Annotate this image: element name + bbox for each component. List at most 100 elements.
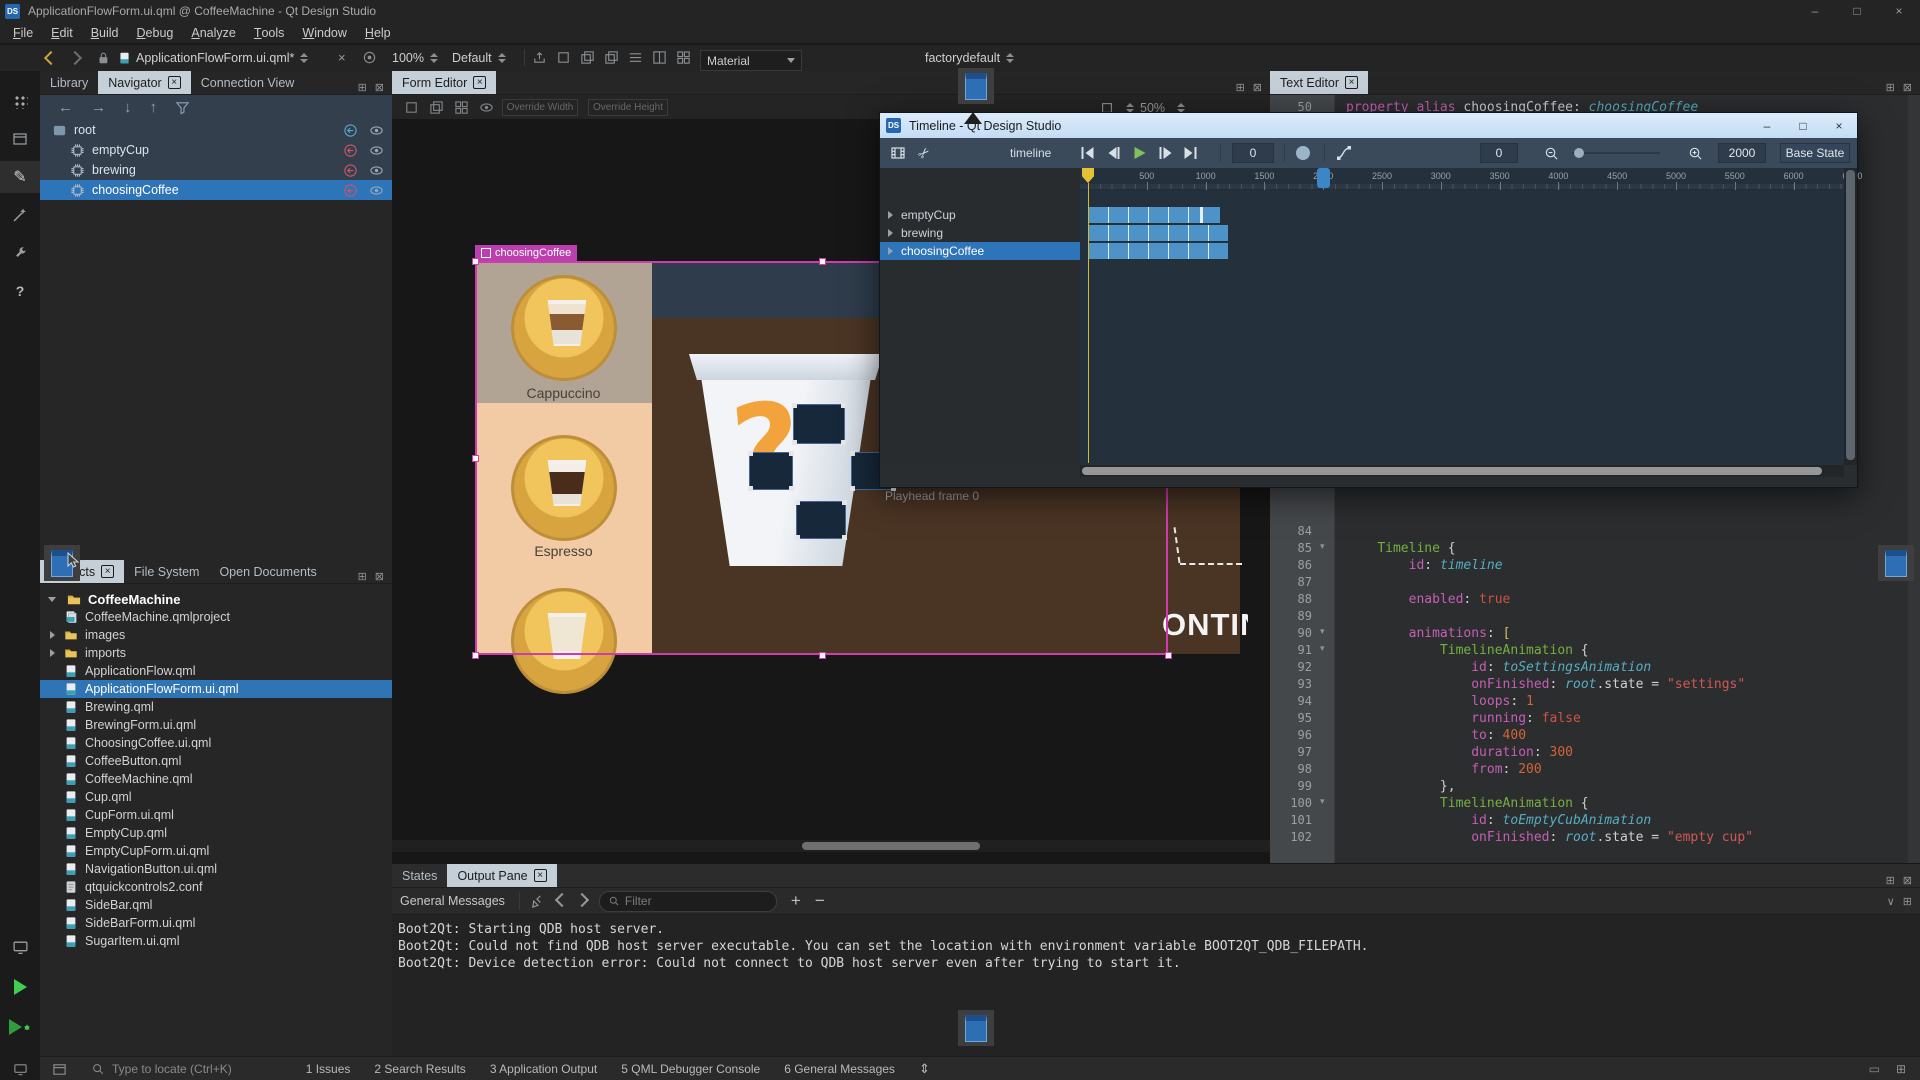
override-height-field[interactable]: Override Height (588, 99, 668, 116)
scrollbar-thumb[interactable] (802, 842, 980, 850)
timeline-end-marker[interactable] (1317, 168, 1330, 188)
timeline-settings-icon[interactable] (890, 138, 906, 168)
export-icon[interactable] (532, 50, 547, 65)
output-channel-selector[interactable]: General Messages (392, 894, 519, 908)
projects-tab-file-system[interactable]: File System (124, 560, 209, 583)
selection-handle[interactable] (472, 455, 479, 462)
pane-split-icon[interactable]: ⊞ (1236, 81, 1245, 94)
zoom-in-icon[interactable] (1688, 138, 1703, 168)
status-panel-search-results[interactable]: 2 Search Results (362, 1057, 477, 1080)
file-SugarItem.ui.qml[interactable]: SugarItem.ui.qml (40, 932, 392, 950)
forward-icon[interactable] (70, 45, 80, 70)
pane-close-icon[interactable]: ⊠ (1253, 81, 1262, 94)
file-CoffeeButton.qml[interactable]: CoffeeButton.qml (40, 752, 392, 770)
menu-build[interactable]: Build (82, 22, 128, 44)
projects-tab-open-documents[interactable]: Open Documents (209, 560, 326, 583)
file-Brewing.qml[interactable]: Brewing.qml (40, 698, 392, 716)
close-button[interactable]: × (1878, 0, 1920, 22)
navigator-item-choosingCoffee[interactable]: choosingCoffee (40, 180, 392, 200)
keyframe-bar-brewing[interactable] (1088, 225, 1228, 241)
design-panel-icon[interactable] (0, 123, 40, 155)
scrollbar-thumb[interactable] (1082, 467, 1822, 475)
status-panel-qml-debugger-console[interactable]: 5 QML Debugger Console (609, 1057, 772, 1080)
timeline-close-button[interactable]: × (1821, 113, 1857, 138)
collapse-pane-icon[interactable]: ∨ (1887, 895, 1895, 908)
timeline-maximize-button[interactable]: □ (1785, 113, 1821, 138)
record-icon[interactable] (1296, 146, 1310, 160)
editor-scrollbar[interactable] (1908, 95, 1920, 863)
kit-selector[interactable]: factorydefault (925, 45, 1014, 70)
pane-menu-icon[interactable]: ⊞ (1903, 895, 1912, 908)
text-editor-tab-text-editor[interactable]: Text Editor× (1270, 71, 1368, 94)
pane-split-icon[interactable]: ⊞ (358, 570, 367, 583)
start-frame-field[interactable]: 0 (1480, 143, 1518, 163)
file-BrewingForm.ui.qml[interactable]: BrewingForm.ui.qml (40, 716, 392, 734)
file-SideBarForm.ui.qml[interactable]: SideBarForm.ui.qml (40, 914, 392, 932)
play-button[interactable] (1130, 145, 1147, 161)
fullscreen-icon[interactable]: ⊞ (1896, 1062, 1906, 1076)
zoom-out-icon[interactable] (1544, 138, 1559, 168)
frame-icon[interactable] (556, 50, 571, 65)
file-imports[interactable]: imports (40, 644, 392, 662)
easing-curve-icon[interactable] (1336, 138, 1352, 168)
timeline-track-lane[interactable]: 5001000150020002500300035004000450050005… (1080, 168, 1844, 465)
file-CoffeeMachine.qmlproject[interactable]: CoffeeMachine.qmlproject (40, 608, 392, 626)
file-EmptyCupForm.ui.qml[interactable]: EmptyCupForm.ui.qml (40, 842, 392, 860)
snap-icon[interactable] (454, 100, 469, 115)
visibility-eye-icon[interactable] (369, 163, 384, 178)
navigator-tab-library[interactable]: Library (40, 71, 98, 94)
run-button[interactable] (0, 971, 40, 1003)
file-EmptyCup.qml[interactable]: EmptyCup.qml (40, 824, 392, 842)
timeline-name[interactable]: timeline (1010, 138, 1051, 168)
output-tab-states[interactable]: States (392, 864, 447, 887)
file-Cup.qml[interactable]: Cup.qml (40, 788, 392, 806)
file-SideBar.qml[interactable]: SideBar.qml (40, 896, 392, 914)
menu-help[interactable]: Help (356, 22, 400, 44)
pane-close-icon[interactable]: ⊠ (1903, 81, 1912, 94)
sidebar-toggle-icon[interactable] (40, 1057, 79, 1080)
list-view-icon[interactable] (628, 50, 643, 65)
menu-window[interactable]: Window (293, 22, 355, 44)
split-view-icon[interactable] (652, 50, 667, 65)
edit-pencil-icon[interactable]: ✎ (0, 161, 40, 193)
pane-split-icon[interactable]: ⊞ (358, 81, 367, 94)
zoom-selector[interactable]: 100% (392, 45, 438, 70)
lock-icon[interactable] (96, 45, 110, 70)
grid-view-icon[interactable] (676, 50, 691, 65)
zoom-out-text-icon[interactable]: − (815, 891, 825, 911)
debug-run-button[interactable] (0, 1011, 40, 1043)
base-state-button[interactable]: Base State (1780, 143, 1850, 163)
status-panel-general-messages[interactable]: 6 General Messages (772, 1057, 907, 1080)
pane-close-icon[interactable]: ⊠ (375, 570, 384, 583)
visibility-eye-icon[interactable] (369, 123, 384, 138)
file-CupForm.ui.qml[interactable]: CupForm.ui.qml (40, 806, 392, 824)
timeline-ruler[interactable]: 5001000150020002500300035004000450050005… (1080, 168, 1844, 190)
menu-debug[interactable]: Debug (128, 22, 183, 44)
selection-handle[interactable] (472, 652, 479, 659)
project-root-coffeemachine[interactable]: CoffeeMachine (40, 590, 392, 608)
style-selector[interactable]: Default (452, 45, 506, 70)
menu-analyze[interactable]: Analyze (182, 22, 244, 44)
visibility-eye-icon[interactable] (369, 143, 384, 158)
open-document-selector[interactable]: ApplicationFlowForm.ui.qml* (136, 45, 308, 70)
prev-item-icon[interactable] (557, 894, 567, 908)
output-tab-output-pane[interactable]: Output Pane× (447, 864, 556, 887)
export-toggle-icon[interactable] (343, 143, 358, 158)
current-frame-field[interactable]: 0 (1232, 143, 1274, 163)
pane-close-icon[interactable]: ⊠ (1903, 874, 1912, 887)
device-monitor-icon[interactable] (0, 931, 40, 963)
file-NavigationButton.ui.qml[interactable]: NavigationButton.ui.qml (40, 860, 392, 878)
output-filter-input[interactable]: Filter (599, 891, 777, 912)
status-panel-application-output[interactable]: 3 Application Output (478, 1057, 609, 1080)
previous-frame-button[interactable] (1104, 145, 1121, 161)
selection-mode-icon[interactable] (404, 100, 419, 115)
end-frame-field[interactable]: 2000 (1718, 143, 1766, 163)
locator-input[interactable]: Type to locate (Ctrl+K) (79, 1057, 244, 1080)
menu-tools[interactable]: Tools (245, 22, 294, 44)
timeline-track-choosingCoffee[interactable]: choosingCoffee (880, 242, 1080, 260)
selection-handle[interactable] (819, 258, 826, 265)
clear-output-icon[interactable] (530, 894, 545, 909)
continue-button-text[interactable]: ONTINUE (1162, 607, 1248, 649)
pane-split-icon[interactable]: ⊞ (1886, 874, 1895, 887)
maximize-button[interactable]: □ (1836, 0, 1878, 22)
